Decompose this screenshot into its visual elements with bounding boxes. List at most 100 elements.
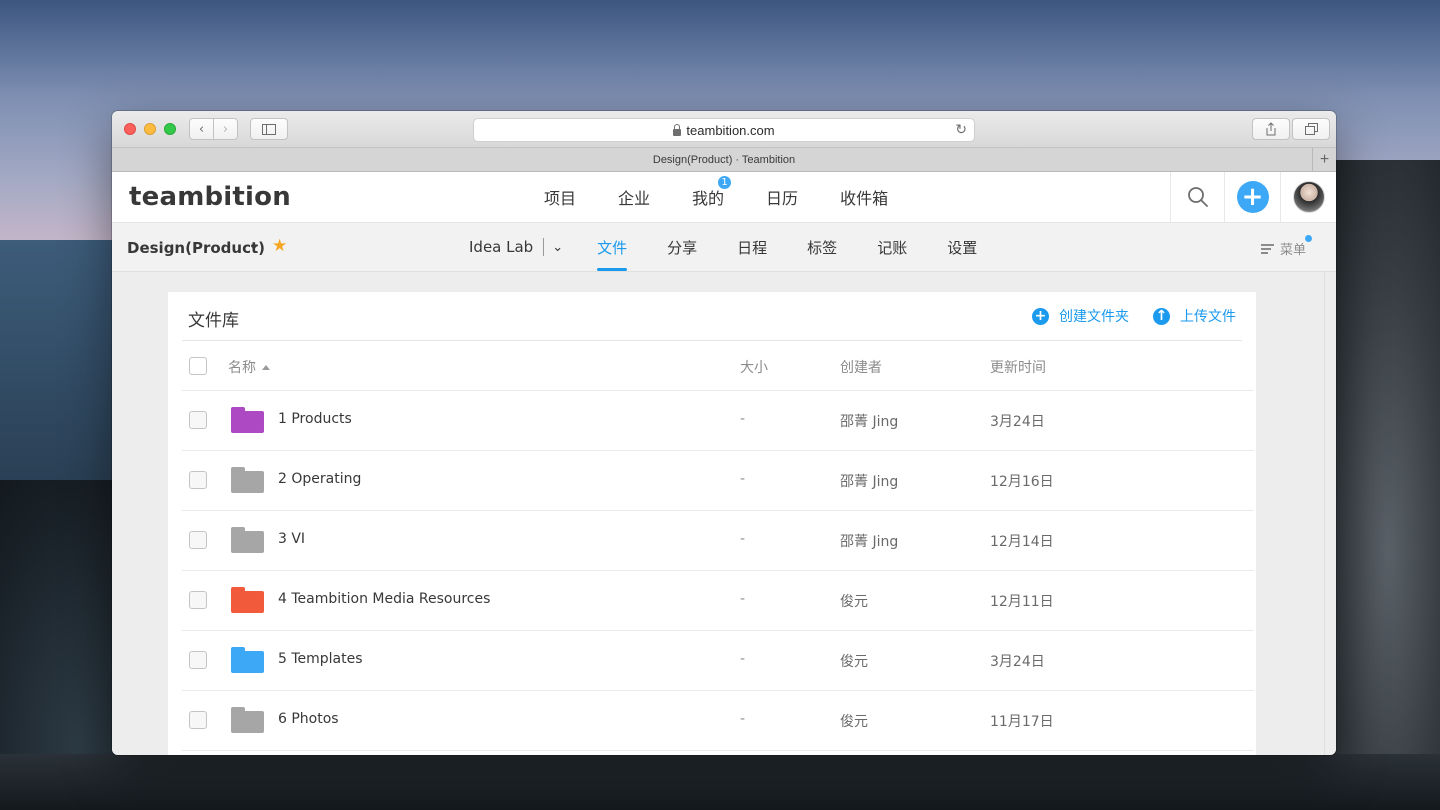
top-nav-inbox[interactable]: 收件箱 <box>840 185 888 209</box>
table-row[interactable]: 2 Operating - 邵菁 Jing 12月16日 <box>182 451 1254 511</box>
tab-schedule[interactable]: 日程 <box>737 223 767 271</box>
org-switcher[interactable]: Idea Lab ⌄ <box>469 238 563 256</box>
tab-settings[interactable]: 设置 <box>947 223 977 271</box>
new-tab-button[interactable]: + <box>1312 148 1336 171</box>
menu-button[interactable]: 菜单 <box>1260 235 1312 258</box>
address-bar[interactable]: teambition.com ↻ <box>473 118 975 142</box>
select-all-checkbox[interactable] <box>189 357 207 375</box>
column-creator-header[interactable]: 创建者 <box>840 357 882 377</box>
file-size: - <box>740 411 746 427</box>
folder-icon <box>231 707 264 733</box>
share-icon <box>1266 122 1276 136</box>
quick-create-button[interactable]: + <box>1224 172 1280 222</box>
file-size: - <box>740 471 746 487</box>
table-row[interactable]: 4 Teambition Media Resources - 俊元 12月11日 <box>182 571 1254 631</box>
table-row[interactable]: 1 Products - 邵菁 Jing 3月24日 <box>182 391 1254 451</box>
column-name-header[interactable]: 名称 <box>228 357 270 377</box>
lock-icon <box>673 123 682 136</box>
file-name[interactable]: 2 Operating <box>278 471 361 487</box>
tabs-icon <box>1304 123 1318 135</box>
file-creator: 邵菁 Jing <box>840 414 899 430</box>
chevron-down-icon: ⌄ <box>552 239 564 255</box>
file-name[interactable]: 3 VI <box>278 531 305 547</box>
folder-icon <box>231 587 264 613</box>
folder-icon <box>231 527 264 553</box>
file-library-panel: 文件库 + 创建文件夹 ↑ 上传文件 名称 大小 创建者 更新时间 1 Prod… <box>168 292 1256 755</box>
file-updated: 3月24日 <box>990 654 1045 670</box>
browser-toolbar: ‹ › teambition.com ↻ <box>112 111 1336 148</box>
back-button[interactable]: ‹ <box>189 118 214 140</box>
column-size-header[interactable]: 大小 <box>740 357 768 377</box>
upload-file-button[interactable]: ↑ 上传文件 <box>1153 306 1236 326</box>
file-updated: 11月17日 <box>990 714 1054 730</box>
minimize-window-button[interactable] <box>144 123 156 135</box>
row-checkbox[interactable] <box>189 411 207 429</box>
forward-button[interactable]: › <box>213 118 238 140</box>
background-rocks-bottom <box>0 754 1440 810</box>
tab-share[interactable]: 分享 <box>667 223 697 271</box>
library-actions: + 创建文件夹 ↑ 上传文件 <box>1008 306 1236 326</box>
chevron-down-icon[interactable]: ⌄ <box>248 237 260 253</box>
file-creator: 俊元 <box>840 654 868 670</box>
file-updated: 12月14日 <box>990 534 1054 550</box>
folder-body <box>231 471 264 493</box>
file-size: - <box>740 711 746 727</box>
file-creator: 邵菁 Jing <box>840 474 899 490</box>
tab-accounting[interactable]: 记账 <box>877 223 907 271</box>
search-button[interactable] <box>1170 172 1224 222</box>
file-size: - <box>740 651 746 667</box>
file-size: - <box>740 531 746 547</box>
star-icon[interactable]: ★ <box>272 236 287 256</box>
file-creator: 俊元 <box>840 594 868 610</box>
share-button[interactable] <box>1252 118 1290 140</box>
search-icon <box>1187 187 1208 207</box>
project-nav: Idea Lab ⌄ 文件 分享 日程 标签 记账 设置 <box>469 223 1017 271</box>
file-name[interactable]: 4 Teambition Media Resources <box>278 591 490 607</box>
file-name[interactable]: 6 Photos <box>278 711 339 727</box>
menu-notification-dot <box>1305 235 1312 242</box>
file-updated: 3月24日 <box>990 414 1045 430</box>
app-header: teambition 项目 企业 我的 1 日历 收件箱 + <box>112 172 1336 223</box>
sidebar-toggle-button[interactable] <box>250 118 288 140</box>
tab-tags[interactable]: 标签 <box>807 223 837 271</box>
file-name[interactable]: 1 Products <box>278 411 352 427</box>
plus-icon: + <box>1319 150 1330 168</box>
table-row[interactable]: 3 VI - 邵菁 Jing 12月14日 <box>182 511 1254 571</box>
user-avatar-button[interactable] <box>1280 172 1336 222</box>
top-nav-projects[interactable]: 项目 <box>544 185 576 209</box>
tab-files[interactable]: 文件 <box>597 223 628 271</box>
plus-circle-icon: + <box>1032 307 1049 325</box>
browser-tab-title[interactable]: Design(Product) · Teambition <box>653 154 795 166</box>
project-name[interactable]: Design(Product) <box>127 239 265 257</box>
sidebar-icon <box>262 123 276 135</box>
browser-tab-strip: Design(Product) · Teambition + <box>112 148 1336 172</box>
table-row[interactable]: 5 Templates - 俊元 3月24日 <box>182 631 1254 691</box>
reload-icon[interactable]: ↻ <box>955 121 967 138</box>
maximize-window-button[interactable] <box>164 123 176 135</box>
url-text: teambition.com <box>686 122 775 138</box>
menu-icon <box>1260 243 1274 254</box>
file-name[interactable]: 5 Templates <box>278 651 363 667</box>
avatar <box>1292 181 1325 213</box>
top-nav-calendar[interactable]: 日历 <box>766 185 798 209</box>
row-checkbox[interactable] <box>189 711 207 729</box>
chevron-left-icon: ‹ <box>198 121 205 137</box>
chevron-right-icon: › <box>222 121 229 137</box>
upload-icon: ↑ <box>1153 307 1170 325</box>
upload-file-label: 上传文件 <box>1180 309 1236 325</box>
column-updated-header[interactable]: 更新时间 <box>990 357 1046 377</box>
row-checkbox[interactable] <box>189 531 207 549</box>
show-tabs-button[interactable] <box>1292 118 1330 140</box>
row-checkbox[interactable] <box>189 471 207 489</box>
create-folder-button[interactable]: + 创建文件夹 <box>1032 306 1129 326</box>
file-list: 1 Products - 邵菁 Jing 3月24日 2 Operating - 邵菁 Ji… <box>182 391 1254 751</box>
top-nav-enterprise[interactable]: 企业 <box>618 185 650 209</box>
top-nav-mine[interactable]: 我的 1 <box>692 175 733 209</box>
file-size: - <box>740 591 746 607</box>
close-window-button[interactable] <box>124 123 136 135</box>
scrollbar[interactable] <box>1324 272 1336 755</box>
table-row[interactable]: 6 Photos - 俊元 11月17日 <box>182 691 1254 751</box>
teambition-logo[interactable]: teambition <box>129 182 291 212</box>
row-checkbox[interactable] <box>189 651 207 669</box>
row-checkbox[interactable] <box>189 591 207 609</box>
